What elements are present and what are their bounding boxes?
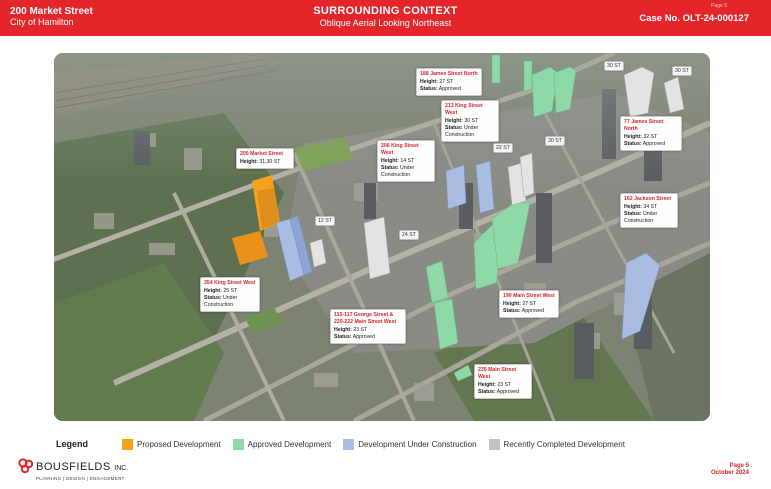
callout-title: 188 James Street North [420, 71, 478, 77]
callout-title: 200 Market Street [240, 151, 283, 157]
legend-swatch [488, 438, 500, 450]
legend-label: Development Under Construction [358, 439, 477, 449]
legend: Legend Proposed Development Approved Dev… [56, 437, 637, 451]
callout-190-main-west: 190 Main Street West Height: 27 ST Statu… [499, 290, 559, 318]
legend-label: Recently Completed Development [503, 439, 625, 449]
callout-title: 213 King Street West [445, 103, 483, 116]
callout-title: 162 Jackson Street [624, 196, 672, 202]
callout-77-james-north: 77 James Street North Height: 32 ST Stat… [620, 116, 682, 151]
callout-title: 115-117 George Street & 220-222 Main Str… [334, 312, 397, 325]
header-bar: 200 Market Street City of Hamilton SURRO… [0, 0, 771, 36]
callout-title: 235 Main Street West [478, 367, 517, 380]
footer-page-info: Page 5 October 2024 [711, 463, 749, 477]
callout-206-king-west: 206 King Street West Height: 14 ST Statu… [377, 140, 435, 182]
aerial-image [54, 53, 710, 421]
height-tag: 30 ST [545, 136, 565, 146]
legend-swatch [232, 438, 244, 450]
height-tag: 30 ST [672, 66, 692, 76]
company-tagline: PLANNING | DESIGN | ENGAGEMENT [36, 476, 125, 481]
company-name: BOUSFIELDS INC. [36, 461, 129, 473]
page-number: Page 5 [729, 463, 749, 469]
legend-title: Legend [56, 439, 89, 449]
callout-200-market: 200 Market Street Height: 31,30 ST [236, 148, 294, 169]
bousfields-mark-icon [18, 458, 34, 474]
callout-235-main-west: 235 Main Street West Height: 23 ST Statu… [474, 364, 532, 399]
callout-title: 354 King Street West [204, 280, 256, 286]
legend-label: Approved Development [247, 439, 332, 449]
legend-item-recently-completed: Recently Completed Development [488, 438, 625, 450]
page-stamp: Page 5 [711, 3, 727, 9]
callout-george-main: 115-117 George Street & 220-222 Main Str… [330, 309, 406, 344]
height-tag: 12 ST [315, 216, 335, 226]
callout-line: Height: 31,30 ST [240, 159, 281, 165]
aerial-context-map: 200 Market Street Height: 31,30 ST 188 J… [54, 53, 710, 421]
callout-188-james-north: 188 James Street North Height: 27 ST Sta… [416, 68, 482, 96]
legend-swatch [122, 438, 134, 450]
case-number: Case No. OLT-24-000127 [639, 13, 749, 24]
legend-item-approved: Approved Development [232, 438, 332, 450]
height-tag: 24 ST [399, 230, 419, 240]
page-date: October 2024 [710, 470, 749, 476]
height-tag: 22 ST [493, 143, 513, 153]
height-tag: 30 ST [604, 61, 624, 71]
callout-162-jackson: 162 Jackson Street Height: 34 ST Status:… [620, 193, 678, 228]
callout-title: 77 James Street North [624, 119, 664, 132]
legend-swatch [343, 438, 355, 450]
legend-item-under-construction: Development Under Construction [343, 438, 477, 450]
callout-title: 206 King Street West [381, 143, 419, 156]
callout-354-king-west: 354 King Street West Height: 25 ST Statu… [200, 277, 260, 312]
legend-item-proposed: Proposed Development [122, 438, 221, 450]
callout-title: 190 Main Street West [503, 293, 555, 299]
callout-213-king-west: 213 King Street West Height: 30 ST Statu… [441, 100, 499, 142]
legend-label: Proposed Development [137, 439, 221, 449]
